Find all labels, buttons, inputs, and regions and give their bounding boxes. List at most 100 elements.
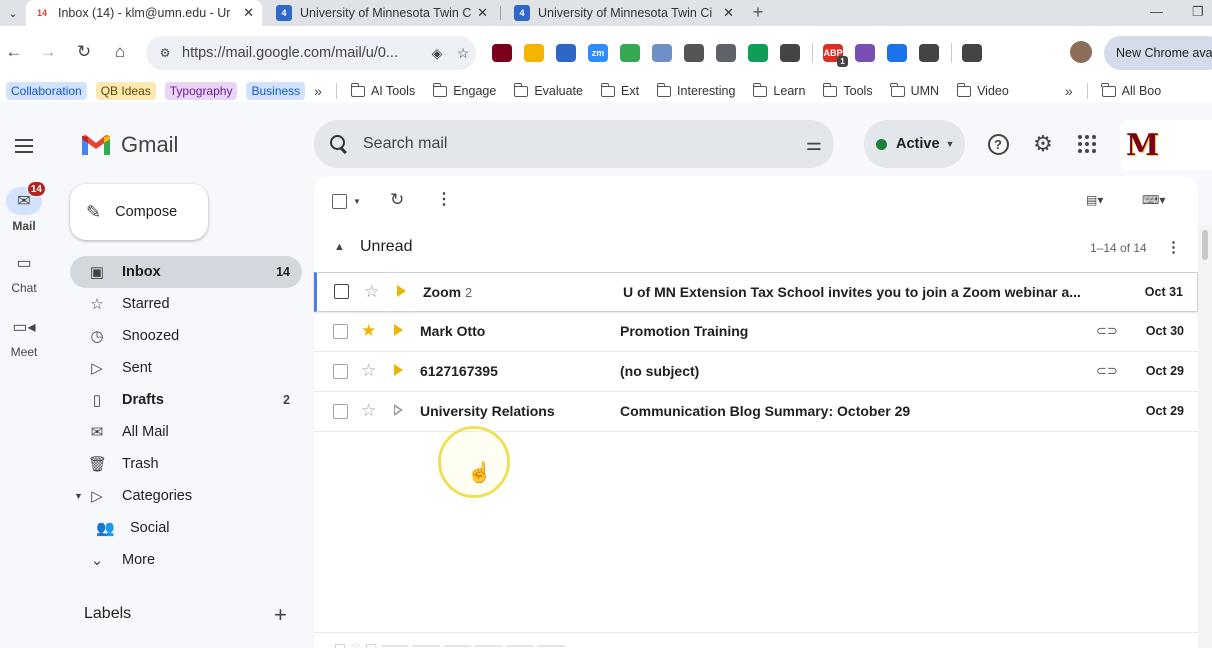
- email-row[interactable]: ☆ Zoom 2 U of MN Extension Tax School invit…: [314, 272, 1198, 312]
- home-icon[interactable]: ⌂: [106, 38, 134, 66]
- pip-extension-icon[interactable]: [780, 44, 800, 62]
- close-icon[interactable]: ✕: [723, 5, 734, 21]
- umn-extension-icon[interactable]: [492, 44, 512, 62]
- forward-arrow-icon[interactable]: →: [34, 38, 62, 66]
- tab-umn-2[interactable]: 4 University of Minnesota Twin Ci ✕: [506, 0, 742, 26]
- nav-item-inbox[interactable]: ▣ Inbox 14: [70, 256, 302, 288]
- bookmark-star-icon[interactable]: ☆: [450, 45, 476, 62]
- email-row[interactable]: ★ Mark Otto Promotion Training ⊂⊃ Oct 30: [314, 312, 1198, 352]
- chrome-update-button[interactable]: New Chrome avail: [1104, 36, 1212, 70]
- bookmark-folder[interactable]: Ext: [600, 82, 639, 98]
- nav-item-starred[interactable]: ☆ Starred: [70, 288, 302, 320]
- refresh-icon[interactable]: ↻: [390, 190, 404, 210]
- star-icon[interactable]: ★: [361, 321, 376, 341]
- support-button[interactable]: ?: [984, 130, 1012, 158]
- row-checkbox[interactable]: [333, 404, 348, 419]
- email-row[interactable]: ☆ 6127167395 (no subject) ⊂⊃ Oct 29: [314, 352, 1198, 392]
- reload-icon[interactable]: ↻: [70, 38, 98, 66]
- rail-chat[interactable]: ▭ Chat: [0, 249, 48, 295]
- bookmark-folder[interactable]: UMN: [890, 82, 939, 98]
- adblock-extension-icon[interactable]: ABP 1: [823, 44, 848, 67]
- close-icon[interactable]: ✕: [477, 5, 488, 21]
- drive-extension-icon[interactable]: [620, 44, 640, 62]
- address-bar[interactable]: ⚙ https://mail.google.com/mail/u/0... ◈ …: [146, 36, 476, 70]
- back-arrow-icon[interactable]: ←: [0, 38, 28, 66]
- chevron-down-icon[interactable]: ▼: [353, 197, 361, 206]
- bookmark-chip[interactable]: Business: [246, 82, 306, 100]
- tab-umn-1[interactable]: 4 University of Minnesota Twin Ci ✕: [268, 0, 496, 26]
- star-icon[interactable]: ☆: [364, 282, 379, 302]
- compose-button[interactable]: ✎ Compose: [70, 184, 208, 240]
- expand-caret-icon[interactable]: ▼: [74, 491, 83, 501]
- search-options-icon[interactable]: ⚌: [794, 134, 834, 155]
- importance-marker-icon[interactable]: [394, 324, 408, 336]
- bookmark-folder[interactable]: Tools: [823, 82, 873, 98]
- gamepad-extension-icon[interactable]: [684, 44, 704, 62]
- gmail-logo[interactable]: Gmail: [80, 132, 178, 158]
- main-menu-icon[interactable]: [10, 132, 38, 160]
- rail-meet[interactable]: ▭◂ Meet: [0, 313, 48, 359]
- bookmark-folder[interactable]: Interesting: [656, 82, 735, 98]
- google-apps-button[interactable]: [1073, 130, 1101, 158]
- importance-marker-icon[interactable]: [394, 404, 408, 416]
- new-tab-plus-icon[interactable]: +: [748, 0, 768, 26]
- nav-item-all-mail[interactable]: ✉ All Mail: [70, 416, 302, 448]
- puzzle-extension-icon[interactable]: [919, 44, 939, 62]
- search-input[interactable]: Search mail: [363, 135, 794, 153]
- nav-item-more[interactable]: ⌄ More: [70, 544, 302, 576]
- scrollbar[interactable]: [1198, 226, 1212, 648]
- bookmarks-overflow-icon[interactable]: »: [314, 83, 322, 99]
- profile-avatar[interactable]: [1070, 41, 1092, 63]
- nav-item-categories[interactable]: ▼ ▷ Categories: [70, 480, 302, 512]
- importance-marker-icon[interactable]: [397, 285, 411, 297]
- settings-button[interactable]: ⚙: [1029, 130, 1057, 158]
- tab-gmail-inbox[interactable]: 14 Inbox (14) - klm@umn.edu - Ur ✕: [26, 0, 262, 26]
- input-tools-keyboard-icon[interactable]: ⌨▾: [1142, 193, 1165, 207]
- close-icon[interactable]: ✕: [243, 5, 254, 21]
- nav-item-snoozed[interactable]: ◷ Snoozed: [70, 320, 302, 352]
- section-title[interactable]: Unread: [360, 238, 412, 256]
- bookmark-folder[interactable]: Learn: [753, 82, 805, 98]
- add-label-plus-icon[interactable]: +: [274, 602, 287, 628]
- screenshot-extension-icon[interactable]: [748, 44, 768, 62]
- importance-marker-icon[interactable]: [394, 364, 408, 376]
- search-bar[interactable]: Search mail ⚌: [314, 120, 834, 168]
- star-icon[interactable]: ☆: [361, 401, 376, 421]
- nav-item-sent[interactable]: ▷ Sent: [70, 352, 302, 384]
- more-vertical-icon[interactable]: ⋮: [1166, 238, 1181, 256]
- row-checkbox[interactable]: [333, 364, 348, 379]
- select-all-dropdown[interactable]: ▼: [332, 194, 361, 209]
- bookmark-chip[interactable]: Collaboration: [6, 82, 87, 100]
- row-checkbox[interactable]: [333, 324, 348, 339]
- keep-extension-icon[interactable]: [524, 44, 544, 62]
- nav-item-social[interactable]: 👥 Social: [70, 512, 302, 544]
- scrollbar-thumb[interactable]: [1202, 230, 1208, 260]
- reading-list-icon[interactable]: [962, 44, 982, 62]
- nav-item-trash[interactable]: 🗑 Trash: [70, 448, 302, 480]
- layers-extension-icon[interactable]: [887, 44, 907, 62]
- bookmark-chip[interactable]: Typography: [164, 82, 238, 100]
- image-extension-icon[interactable]: [716, 44, 736, 62]
- bookmark-folder[interactable]: Engage: [432, 82, 496, 98]
- rail-mail[interactable]: ✉ 14 Mail: [0, 181, 48, 233]
- zoom-extension-icon[interactable]: zm: [588, 44, 608, 62]
- wifi-extension-icon[interactable]: [556, 44, 576, 62]
- bookmark-folder[interactable]: Video: [956, 82, 1009, 98]
- minimize-icon[interactable]: —: [1150, 0, 1163, 26]
- nav-item-drafts[interactable]: ▯ Drafts 2: [70, 384, 302, 416]
- status-selector[interactable]: Active ▼: [864, 120, 965, 168]
- all-bookmarks-folder[interactable]: All Boo: [1101, 82, 1161, 98]
- tab-search-chevron-icon[interactable]: ⌄: [0, 0, 26, 26]
- select-all-checkbox[interactable]: [332, 194, 347, 209]
- organization-logo[interactable]: M: [1120, 120, 1212, 170]
- site-settings-icon[interactable]: ⚙: [154, 42, 176, 64]
- bookmark-folder[interactable]: Evaluate: [513, 82, 583, 98]
- brain-extension-icon[interactable]: [855, 44, 875, 62]
- search-icon[interactable]: [328, 133, 350, 155]
- more-vertical-icon[interactable]: ⋮: [436, 189, 452, 209]
- url-text[interactable]: https://mail.google.com/mail/u/0...: [182, 45, 424, 61]
- row-checkbox[interactable]: [334, 284, 349, 299]
- email-row[interactable]: ☆ University Relations Communication Blog …: [314, 392, 1198, 432]
- bookmarks-overflow-icon[interactable]: »: [1065, 83, 1073, 99]
- restore-icon[interactable]: ❐: [1192, 0, 1204, 26]
